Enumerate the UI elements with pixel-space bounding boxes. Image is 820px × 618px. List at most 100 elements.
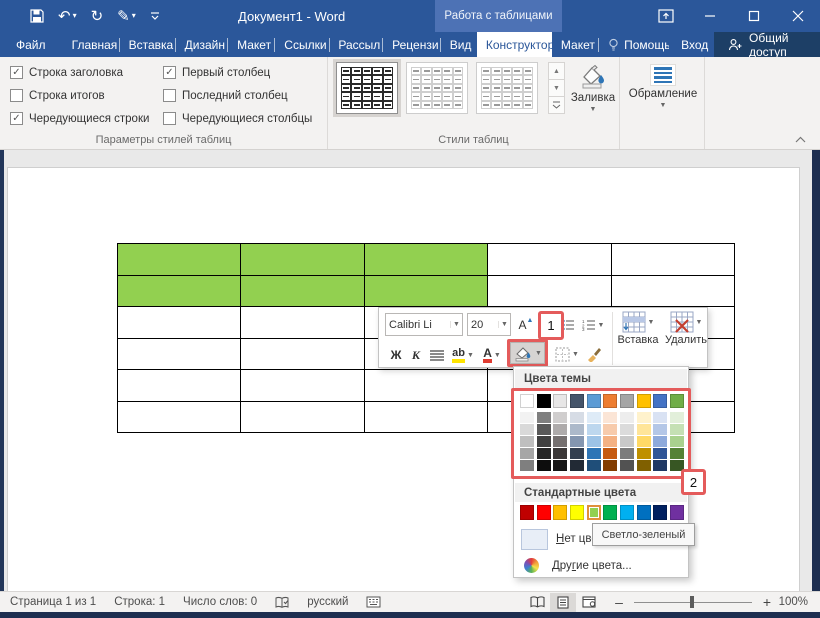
italic-button[interactable]: К (407, 344, 425, 366)
table-cell[interactable] (611, 244, 734, 276)
font-size-dropdown-icon[interactable]: ▼ (498, 321, 510, 328)
format-painter-button[interactable] (583, 342, 605, 366)
borders-button[interactable]: Обрамление ▼ (634, 60, 692, 146)
zoom-in-button[interactable]: + (760, 594, 774, 610)
theme-tint-swatch[interactable] (670, 424, 684, 435)
text-highlight-dropdown-icon[interactable]: ▼ (467, 352, 474, 359)
tab-mailings[interactable]: Рассыл (329, 32, 382, 57)
draw-table-button[interactable]: ✎▾ (117, 9, 136, 24)
page-indicator[interactable]: Страница 1 из 1 (10, 596, 96, 608)
print-layout-icon[interactable] (550, 593, 576, 612)
theme-tint-swatch[interactable] (620, 448, 634, 459)
theme-tint-swatch[interactable] (653, 436, 667, 447)
mini-shading-dropdown-icon[interactable]: ▼ (535, 350, 542, 357)
gallery-scroll-down-icon[interactable]: ▼ (548, 79, 565, 97)
tab-insert[interactable]: Вставка (120, 32, 175, 57)
table-cell[interactable] (241, 307, 364, 339)
theme-color-swatch[interactable] (553, 394, 567, 408)
theme-color-swatch[interactable] (570, 394, 584, 408)
shading-dropdown-icon[interactable]: ▼ (590, 106, 597, 113)
theme-tint-swatch[interactable] (537, 424, 551, 435)
standard-color-swatch[interactable] (653, 505, 667, 520)
style-option-checkbox[interactable]: Строка итогов (10, 87, 149, 104)
theme-tint-swatch[interactable] (603, 436, 617, 447)
keyboard-icon[interactable] (366, 596, 381, 608)
tab-table-layout[interactable]: Макет (552, 32, 598, 57)
theme-color-swatch[interactable] (587, 394, 601, 408)
table-cell[interactable] (118, 370, 241, 402)
numbering-button[interactable]: 123 ▼ (578, 315, 608, 335)
theme-tint-swatch[interactable] (637, 448, 651, 459)
mini-borders-dropdown-icon[interactable]: ▼ (572, 351, 579, 358)
mini-shading-button[interactable]: ▼ (510, 342, 545, 364)
theme-tint-swatch[interactable] (603, 460, 617, 471)
theme-tint-swatch[interactable] (603, 412, 617, 423)
style-option-checkbox[interactable]: Чередующиеся столбцы (163, 110, 312, 127)
mini-borders-button[interactable]: ▼ (553, 342, 581, 366)
theme-color-swatch[interactable] (537, 394, 551, 408)
table-cell[interactable] (364, 275, 487, 307)
style-option-checkbox[interactable]: ✓Чередующиеся строки (10, 110, 149, 127)
draw-table-dropdown-icon[interactable]: ▾ (132, 12, 136, 20)
theme-color-swatch[interactable] (603, 394, 617, 408)
table-cell[interactable] (364, 401, 487, 433)
close-button[interactable] (776, 0, 820, 32)
word-count[interactable]: Число слов: 0 (183, 596, 257, 608)
redo-button[interactable]: ↻ (91, 9, 104, 24)
theme-color-swatch[interactable] (653, 394, 667, 408)
theme-tint-swatch[interactable] (620, 460, 634, 471)
theme-tint-swatch[interactable] (553, 436, 567, 447)
grow-font-button[interactable]: А▲ (516, 315, 536, 335)
theme-tint-swatch[interactable] (637, 412, 651, 423)
standard-color-swatch-highlighted[interactable] (587, 505, 601, 520)
delete-table-button[interactable]: ▼ Удалить (663, 308, 709, 363)
ribbon-display-options-icon[interactable] (644, 0, 688, 32)
theme-tint-swatch[interactable] (553, 460, 567, 471)
font-name-combo[interactable]: Calibri Li ▼ (385, 313, 463, 336)
style-option-checkbox[interactable]: ✓Первый столбец (163, 64, 312, 81)
theme-tint-swatch[interactable] (553, 448, 567, 459)
theme-tint-swatch[interactable] (637, 436, 651, 447)
checkbox-checked-icon[interactable]: ✓ (10, 112, 23, 125)
theme-tint-swatch[interactable] (520, 412, 534, 423)
insert-table-button[interactable]: ▼ Вставка (615, 308, 661, 363)
theme-tint-swatch[interactable] (570, 448, 584, 459)
table-style-thumbnail[interactable] (406, 62, 468, 114)
table-style-thumbnail[interactable] (336, 62, 398, 114)
undo-button[interactable]: ↶▾ (58, 9, 77, 24)
line-indicator[interactable]: Строка: 1 (114, 596, 165, 608)
standard-color-swatch[interactable] (553, 505, 567, 520)
theme-tint-swatch[interactable] (537, 436, 551, 447)
gallery-scroll-up-icon[interactable]: ▲ (548, 62, 565, 80)
standard-color-swatch[interactable] (537, 505, 551, 520)
checkbox-unchecked-icon[interactable] (163, 89, 176, 102)
theme-tint-swatch[interactable] (587, 424, 601, 435)
theme-tint-swatch[interactable] (537, 448, 551, 459)
font-name-dropdown-icon[interactable]: ▼ (450, 321, 462, 328)
theme-tint-swatch[interactable] (603, 424, 617, 435)
standard-color-swatch[interactable] (670, 505, 684, 520)
standard-color-swatch[interactable] (620, 505, 634, 520)
tab-file[interactable]: Файл (2, 32, 55, 57)
zoom-slider-thumb[interactable] (690, 596, 694, 608)
theme-color-swatch[interactable] (620, 394, 634, 408)
theme-tint-swatch[interactable] (520, 424, 534, 435)
web-layout-icon[interactable] (576, 593, 602, 612)
theme-tint-swatch[interactable] (587, 460, 601, 471)
maximize-button[interactable] (732, 0, 776, 32)
theme-tint-swatch[interactable] (620, 412, 634, 423)
theme-tint-swatch[interactable] (653, 460, 667, 471)
tab-home[interactable]: Главная (63, 32, 119, 57)
collapse-ribbon-icon[interactable] (795, 136, 806, 143)
standard-color-swatch[interactable] (603, 505, 617, 520)
theme-color-swatch[interactable] (670, 394, 684, 408)
proofing-icon[interactable] (275, 596, 289, 609)
theme-tint-swatch[interactable] (620, 424, 634, 435)
minimize-button[interactable] (688, 0, 732, 32)
checkbox-checked-icon[interactable]: ✓ (163, 66, 176, 79)
undo-dropdown-icon[interactable]: ▾ (73, 12, 77, 20)
theme-tint-swatch[interactable] (570, 424, 584, 435)
style-option-checkbox[interactable]: ✓Строка заголовка (10, 64, 149, 81)
theme-tint-swatch[interactable] (520, 448, 534, 459)
borders-dropdown-icon[interactable]: ▼ (660, 102, 667, 109)
